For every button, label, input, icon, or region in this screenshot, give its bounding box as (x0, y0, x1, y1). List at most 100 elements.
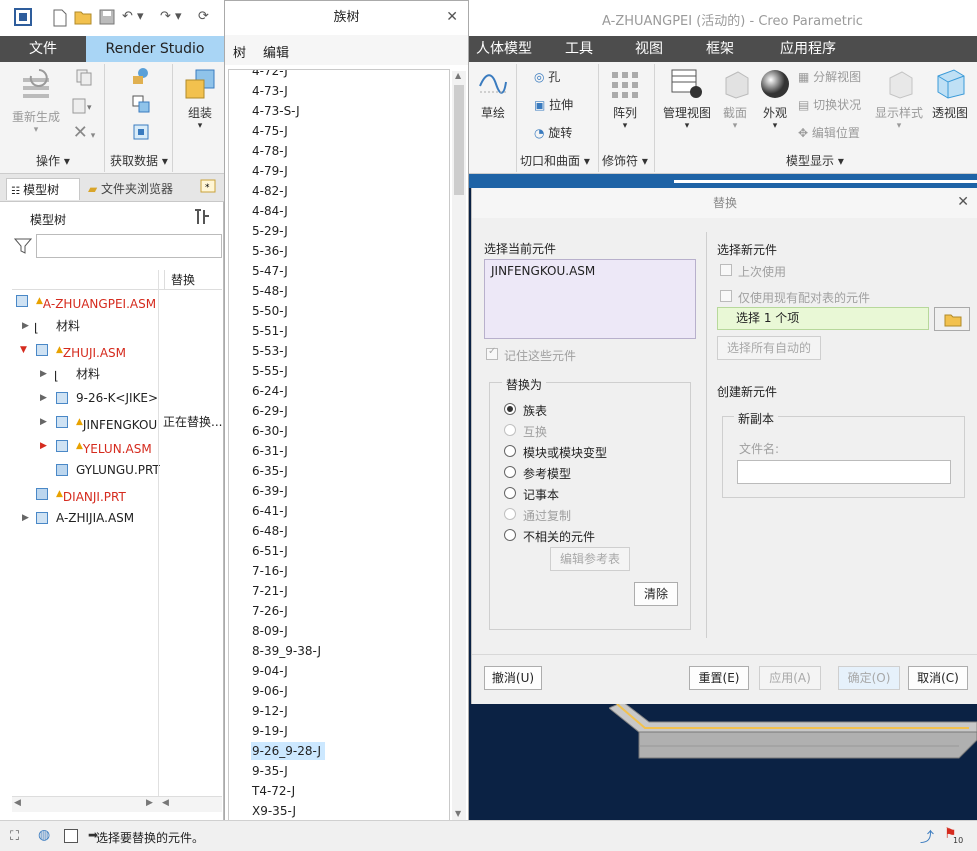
edit-position-button[interactable]: ✥ 编辑位置 (798, 124, 870, 141)
save-icon[interactable] (99, 9, 115, 29)
family-instance-item[interactable]: 6-39-J (252, 482, 288, 500)
family-instance-item[interactable]: 6-31-J (252, 442, 288, 460)
appearance-button[interactable]: 外观 ▾ (756, 68, 794, 131)
sketch-button[interactable]: 草绘 (474, 68, 512, 121)
regenerate-button[interactable]: 重新生成 ▾ (8, 68, 64, 135)
family-instance-item[interactable]: 5-48-J (252, 282, 288, 300)
tree-row-zhuji[interactable]: ▼ ▲ZHUJI.ASM (20, 340, 126, 360)
fullscreen-icon[interactable] (64, 829, 78, 843)
last-used-checkbox[interactable] (720, 264, 732, 276)
browser-icon[interactable]: ◍ (38, 827, 50, 843)
clear-button[interactable]: 清除 (634, 582, 678, 606)
family-instance-item[interactable]: 6-24-J (252, 382, 288, 400)
family-instance-item[interactable]: 9-19-J (252, 722, 288, 740)
family-instance-item[interactable]: 6-48-J (252, 522, 288, 540)
family-instance-item[interactable]: 4-78-J (252, 142, 288, 160)
cancel-button[interactable]: 取消(C) (908, 666, 968, 690)
tree-search-input[interactable] (36, 234, 222, 258)
tab-file[interactable]: 文件 (0, 36, 86, 62)
family-instance-item[interactable]: T4-72-J (252, 782, 295, 800)
tab-model-tree[interactable]: ☷ 模型树 (6, 178, 80, 200)
tab-human-model[interactable]: 人体模型 (462, 36, 546, 62)
extrude-button[interactable]: ▣ 拉伸 (534, 96, 594, 113)
family-instance-item[interactable]: 6-41-J (252, 502, 288, 520)
family-instance-item[interactable]: 4-84-J (252, 202, 288, 220)
tree-toggle-icon[interactable]: ⛶ (10, 829, 19, 844)
tree-horizontal-scrollbar[interactable]: ◀ ▶ ◀ (12, 796, 222, 812)
pattern-button[interactable]: 阵列 ▾ (606, 68, 644, 131)
app-icon[interactable] (14, 8, 32, 30)
tree-row-dianji[interactable]: ▲DIANJI.PRT (36, 484, 126, 504)
family-instance-item[interactable]: 4-82-J (252, 182, 288, 200)
family-instance-item[interactable]: 8-39_9-38-J (252, 642, 321, 660)
copy-geometry-icon[interactable] (128, 94, 154, 117)
radio-unrelated[interactable] (504, 529, 516, 541)
family-instance-item[interactable]: 7-21-J (252, 582, 288, 600)
column-replace[interactable]: 替换 (164, 270, 195, 290)
toggle-status-button[interactable]: ▤ 切换状况 (798, 96, 870, 113)
family-instance-item[interactable]: 9-35-J (252, 762, 288, 780)
family-instance-item[interactable]: 5-55-J (252, 362, 288, 380)
open-folder-button[interactable] (934, 307, 970, 331)
tab-tools[interactable]: 工具 (546, 36, 612, 62)
reset-button[interactable]: 重置(E) (689, 666, 749, 690)
display-style-button[interactable]: 显示样式 ▾ (872, 68, 926, 131)
user-defined-feature-icon[interactable] (128, 66, 154, 89)
family-instance-item[interactable]: 5-51-J (252, 322, 288, 340)
menu-tree[interactable]: 树 (233, 42, 246, 61)
copy-icon[interactable] (66, 68, 102, 89)
assemble-button[interactable]: 组装 ▾ (180, 68, 220, 131)
tree-row-9-26-k[interactable]: ▶ 9-26-K<JIKE> (40, 388, 158, 408)
favorites-tab-icon[interactable]: * (196, 178, 218, 200)
edit-ref-table-button[interactable]: 编辑参考表 (550, 547, 630, 571)
family-instance-item[interactable]: 6-29-J (252, 402, 288, 420)
tree-row-material-1[interactable]: ▶ ⌊ 材料 (20, 316, 80, 336)
revolve-button[interactable]: ◔ 旋转 (534, 124, 594, 141)
radio-notebook[interactable] (504, 487, 516, 499)
radio-reference-model[interactable] (504, 466, 516, 478)
family-instance-item[interactable]: 4-75-J (252, 122, 288, 140)
redo-icon[interactable]: ↷ ▾ (160, 9, 182, 24)
family-instance-item[interactable]: 6-30-J (252, 422, 288, 440)
family-instance-item[interactable]: 7-26-J (252, 602, 288, 620)
tree-row-jinfengkou[interactable]: ▶ ▲JINFENGKOU 正在替换... (40, 412, 222, 432)
tab-applications[interactable]: 应用程序 (758, 36, 858, 62)
family-instance-item[interactable]: 9-06-J (252, 682, 288, 700)
family-instance-item[interactable]: 8-09-J (252, 622, 288, 640)
tab-view[interactable]: 视图 (616, 36, 682, 62)
family-instance-item[interactable]: 5-50-J (252, 302, 288, 320)
family-instance-list[interactable]: 4-72-J 4-73-J 4-73-S-J 4-75-J 4-78-J 4-79-J 4-… (228, 69, 450, 821)
family-instance-item[interactable]: 9-04-J (252, 662, 288, 680)
family-list-scrollbar[interactable]: ▲ ▼ (452, 71, 466, 821)
tree-settings-icon[interactable] (192, 208, 212, 229)
family-instance-item[interactable]: 6-35-J (252, 462, 288, 480)
group-modifiers[interactable]: 修饰符 ▾ (602, 152, 648, 169)
family-instance-item[interactable]: 4-72-J (252, 70, 288, 80)
select-new-field[interactable]: 选择 1 个项 (717, 307, 929, 330)
family-instance-item[interactable]: 9-26_9-28-J (251, 742, 326, 760)
family-instance-item[interactable]: 4-79-J (252, 162, 288, 180)
family-instance-item[interactable]: 9-12-J (252, 702, 288, 720)
group-model-display[interactable]: 模型显示 ▾ (786, 152, 844, 169)
tab-framework[interactable]: 框架 (686, 36, 754, 62)
undo-button[interactable]: 撤消(U) (484, 666, 542, 690)
family-instance-item[interactable]: X9-35-J (252, 802, 296, 820)
family-instance-item[interactable]: 5-47-J (252, 262, 288, 280)
family-instance-item[interactable]: 5-36-J (252, 242, 288, 260)
delete-icon[interactable]: ✕ ▾ (66, 122, 102, 143)
tree-row-a-zhijia[interactable]: ▶ A-ZHIJIA.ASM (20, 508, 134, 528)
family-instance-item[interactable]: 7-16-J (252, 562, 288, 580)
family-instance-item[interactable]: 5-53-J (252, 342, 288, 360)
tree-row-a-zhuangpei[interactable]: ▲A-ZHUANGPEI.ASM (16, 291, 156, 311)
current-component-box[interactable]: JINFENGKOU.ASM (484, 259, 696, 339)
tab-render-studio[interactable]: Render Studio (86, 36, 224, 62)
radio-module-variant[interactable] (504, 445, 516, 457)
selection-filter-icon[interactable]: ⤴ (920, 827, 934, 847)
remember-checkbox[interactable]: ✓ (486, 346, 498, 360)
family-instance-item[interactable]: 4-73-J (252, 82, 288, 100)
perspective-view-button[interactable]: 透视图 (928, 68, 972, 121)
new-file-icon[interactable] (52, 9, 68, 31)
group-operations[interactable]: 操作 ▾ (36, 152, 70, 169)
ok-button[interactable]: 确定(O) (838, 666, 900, 690)
paste-icon[interactable]: ▾ (66, 96, 102, 117)
